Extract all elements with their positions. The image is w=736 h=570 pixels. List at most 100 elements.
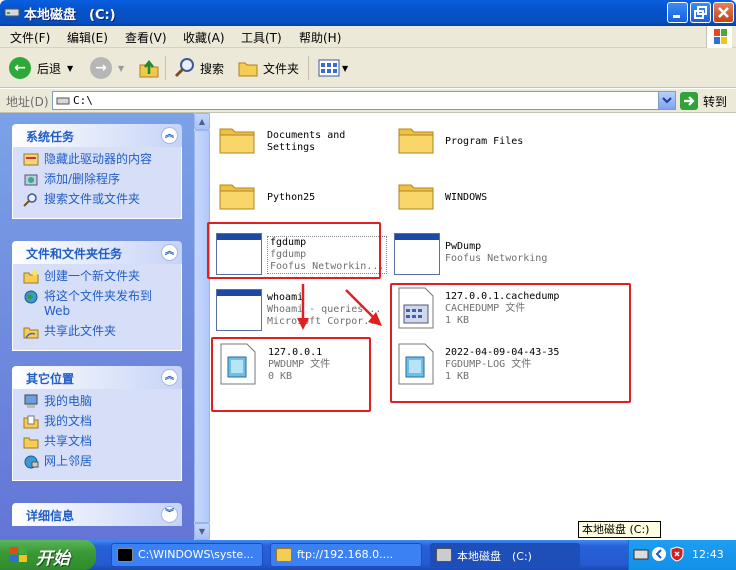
system-tasks-header[interactable]: 系统任务 ︽: [12, 124, 182, 147]
globe-icon: [24, 290, 38, 304]
back-label: 后退: [37, 61, 62, 76]
search-icon: [174, 58, 194, 78]
scroll-thumb[interactable]: [194, 130, 210, 523]
shared-documents-icon: [23, 437, 39, 449]
taskbar-item-local-disk[interactable]: 本地磁盘 (C:): [430, 543, 580, 567]
taskbar-item-cmd[interactable]: C:\WINDOWS\syste...: [111, 543, 263, 567]
back-dropdown-icon: ▼: [67, 63, 74, 73]
address-input[interactable]: C:\: [52, 91, 676, 110]
back-button[interactable]: ← 后退 ▼: [9, 56, 73, 80]
menu-favorites[interactable]: 收藏(A): [183, 29, 225, 46]
folders-icon: [238, 62, 258, 77]
other-places-header[interactable]: 其它位置 ︽: [12, 366, 182, 389]
windows-logo: [706, 26, 732, 48]
menu-tools[interactable]: 工具(T): [241, 29, 282, 46]
security-shield-icon[interactable]: [669, 546, 685, 562]
task-label: 创建一个新文件夹: [44, 269, 141, 283]
task-hide-drive-contents[interactable]: 隐藏此驱动器的内容: [23, 152, 175, 167]
task-search-files[interactable]: 搜索文件或文件夹: [23, 192, 175, 207]
chevron-left-icon[interactable]: [651, 546, 667, 562]
taskbar-item-label: 本地磁盘 (C:): [457, 550, 532, 563]
start-button[interactable]: 开始: [0, 540, 96, 570]
collapse-chevron-icon[interactable]: ︽: [161, 244, 178, 261]
network-icon: [24, 455, 39, 469]
place-my-documents[interactable]: 我的文档: [23, 414, 175, 429]
title-bar: 本地磁盘 (C:): [0, 0, 736, 26]
drive-icon: [4, 8, 20, 17]
minimize-button[interactable]: [667, 2, 688, 23]
place-shared-documents[interactable]: 共享文档: [23, 434, 175, 449]
annotation-box-fgdump: [207, 222, 381, 279]
keyboard-icon[interactable]: [633, 548, 649, 560]
maximize-button[interactable]: [690, 2, 711, 23]
task-new-folder[interactable]: 创建一个新文件夹: [23, 269, 175, 284]
taskbar-item-label: C:\WINDOWS\syste...: [138, 548, 254, 561]
go-button[interactable]: 转到: [680, 91, 727, 111]
task-label: 共享此文件夹: [44, 324, 117, 338]
other-places-body: 我的电脑 我的文档 共享文档 网上邻居: [12, 389, 182, 481]
place-label: 网上邻居: [44, 454, 93, 468]
toolbar: ← 后退 ▼ → ▼ 搜索 文件夹 ▼: [0, 48, 736, 88]
place-label: 我的文档: [44, 414, 93, 428]
forward-dropdown-icon: ▼: [118, 63, 125, 73]
place-my-computer[interactable]: 我的电脑: [23, 394, 175, 409]
taskbar-item-ftp[interactable]: ftp://192.168.0....: [270, 543, 422, 567]
application-window-icon: [216, 289, 262, 331]
back-arrow-icon: ←: [9, 57, 31, 79]
folder-icon: [398, 184, 434, 210]
chevron-down-icon: [662, 97, 672, 104]
views-dropdown-icon: ▼: [342, 63, 349, 73]
menu-file[interactable]: 文件(F): [10, 29, 50, 46]
folders-button[interactable]: 文件夹: [237, 56, 299, 80]
task-publish-web[interactable]: 将这个文件夹发布到 Web: [23, 289, 175, 319]
place-label: 我的电脑: [44, 394, 93, 408]
clock: 12:43: [692, 548, 724, 561]
place-label: 共享文档: [44, 434, 93, 448]
address-value: C:\: [73, 94, 93, 107]
system-tasks-body: 隐藏此驱动器的内容 添加/删除程序 搜索文件或文件夹: [12, 147, 182, 219]
folder-icon: [219, 128, 255, 154]
folder-icon: [398, 128, 434, 154]
collapse-chevron-icon[interactable]: ︽: [161, 127, 178, 144]
new-folder-icon: [23, 270, 39, 284]
task-label: 添加/删除程序: [44, 172, 121, 186]
expand-chevron-icon[interactable]: ︾: [161, 506, 178, 523]
menu-bar: 文件(F) 编辑(E) 查看(V) 收藏(A) 工具(T) 帮助(H): [0, 26, 736, 48]
place-network[interactable]: 网上邻居: [23, 454, 175, 469]
collapse-chevron-icon[interactable]: ︽: [161, 369, 178, 386]
file-folder-tasks-title: 文件和文件夹任务: [26, 247, 123, 261]
menu-view[interactable]: 查看(V): [125, 29, 167, 46]
address-label: 地址(D): [6, 95, 49, 109]
system-tasks-title: 系统任务: [26, 130, 75, 144]
search-button[interactable]: 搜索: [174, 56, 224, 80]
start-label: 开始: [36, 549, 70, 569]
system-tasks-panel: 系统任务 ︽ 隐藏此驱动器的内容 添加/删除程序 搜索文件或文件夹: [12, 124, 182, 219]
forward-arrow-icon: →: [90, 57, 112, 79]
vertical-scrollbar[interactable]: ▲ ▼: [194, 113, 210, 540]
menu-help[interactable]: 帮助(H): [299, 29, 341, 46]
go-label: 转到: [703, 94, 728, 109]
task-add-remove-programs[interactable]: 添加/删除程序: [23, 172, 175, 187]
task-label: 将这个文件夹发布到 Web: [44, 289, 153, 318]
up-folder-button[interactable]: [138, 56, 160, 80]
share-folder-icon: [23, 327, 39, 339]
address-dropdown-button[interactable]: [658, 92, 675, 109]
menu-edit[interactable]: 编辑(E): [67, 29, 108, 46]
folders-label: 文件夹: [263, 61, 300, 76]
taskbar-item-label: ftp://192.168.0....: [297, 548, 394, 561]
views-button[interactable]: ▼: [318, 56, 348, 80]
file-folder-tasks-header[interactable]: 文件和文件夹任务 ︽: [12, 241, 182, 264]
close-button[interactable]: [713, 2, 734, 23]
task-share-folder[interactable]: 共享此文件夹: [23, 324, 175, 339]
file-name: Documents and Settings: [267, 130, 346, 153]
taskbar: 开始 C:\WINDOWS\syste... ftp://192.168.0..…: [0, 540, 736, 570]
minimize-icon: [673, 15, 680, 18]
add-remove-icon: [24, 174, 38, 186]
details-header[interactable]: 详细信息 ︾: [12, 503, 182, 526]
scroll-up-button[interactable]: ▲: [194, 113, 210, 130]
task-label: 隐藏此驱动器的内容: [44, 152, 153, 166]
forward-button[interactable]: → ▼: [90, 56, 124, 80]
scroll-down-button[interactable]: ▼: [194, 523, 210, 540]
other-places-title: 其它位置: [26, 372, 75, 386]
drive-icon: [56, 97, 70, 105]
